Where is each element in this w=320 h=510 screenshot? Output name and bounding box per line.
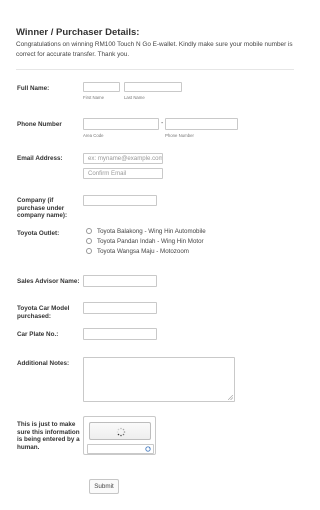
captcha-label-line: is being entered by a [17,436,80,444]
phone-number-label: Phone Number [17,121,62,128]
first-name-input[interactable] [83,82,120,92]
car-model-label-line: Toyota Car Model [17,305,70,312]
resize-grip-icon[interactable] [228,395,233,400]
radio-button[interactable] [86,238,92,244]
company-label-line: company name): [17,212,68,220]
outlet-option[interactable]: Toyota Balakong - Wing Hin Automobile [86,226,206,236]
captcha-label-line: This is just to make [17,421,76,428]
sales-advisor-input[interactable] [83,275,157,287]
company-label-line: purchase under [17,204,65,212]
outlet-option[interactable]: Toyota Wangsa Maju - Motozoom [86,246,206,256]
section-divider [16,69,294,70]
car-model-input[interactable] [83,302,157,314]
car-model-label-line: purchased: [17,312,51,320]
company-input[interactable] [83,195,157,206]
phone-number-input[interactable] [165,118,238,130]
additional-notes-textarea[interactable] [83,357,235,402]
outlet-option-label: Toyota Wangsa Maju - Motozoom [97,247,189,255]
toyota-outlet-label: Toyota Outlet: [17,230,60,237]
phone-separator: - [161,120,164,127]
area-code-sublabel: Area Code [83,133,104,138]
submit-button[interactable]: Submit [89,479,119,494]
refresh-captcha-icon[interactable] [145,446,151,452]
phone-number-sublabel: Phone Number [165,133,194,138]
additional-notes-label: Additional Notes: [17,360,70,367]
intro-text: Congratulations on winning RM100 Touch N… [16,41,293,58]
car-model-label: Toyota Car Model purchased: [17,305,69,320]
confirm-email-input[interactable] [83,168,163,179]
company-label-line: Company (if [17,197,54,204]
company-label: Company (if purchase under company name)… [17,197,67,220]
radio-button[interactable] [86,228,92,234]
outlet-option[interactable]: Toyota Pandan Indah - Wing Hin Motor [86,236,206,246]
captcha-widget [83,416,156,455]
email-input[interactable] [83,153,163,164]
last-name-sublabel: Last Name [124,95,145,100]
full-name-label: Full Name: [17,85,50,92]
outlet-radio-group: Toyota Balakong - Wing Hin Automobile To… [86,226,206,256]
car-plate-input[interactable] [83,328,157,340]
captcha-label-line: sure this information [17,428,80,436]
first-name-sublabel: First Name [83,95,105,100]
sales-advisor-label: Sales Advisor Name: [17,278,80,285]
form-title: Winner / Purchaser Details: [16,27,140,38]
car-plate-label: Car Plate No.: [17,331,59,338]
outlet-option-label: Toyota Balakong - Wing Hin Automobile [97,227,206,235]
captcha-image [89,422,151,440]
outlet-option-label: Toyota Pandan Indah - Wing Hin Motor [97,237,204,245]
last-name-input[interactable] [124,82,182,92]
captcha-input[interactable] [87,444,154,454]
captcha-label: This is just to make sure this informati… [17,421,80,451]
area-code-input[interactable] [83,118,159,130]
loading-spinner-icon [116,427,126,437]
email-label: Email Address: [17,155,63,162]
notes-wrapper [83,357,235,402]
radio-button[interactable] [86,248,92,254]
captcha-label-line: human. [17,443,40,451]
